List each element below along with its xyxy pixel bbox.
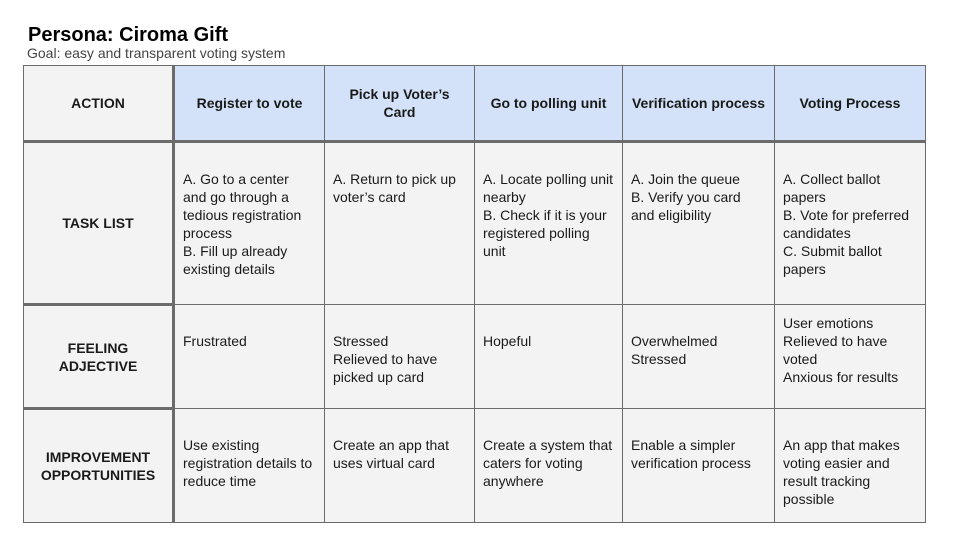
cell-line: An app that makes voting easier and resu… xyxy=(783,437,900,507)
table-cell: Use existing registration details to red… xyxy=(173,408,325,523)
cell-line: Relieved to have voted xyxy=(783,333,888,367)
cell-line: User emotions xyxy=(783,315,874,331)
table-cell: A. Go to a center and go through a tedio… xyxy=(173,141,325,305)
table-cell: User emotions Relieved to have voted Anxio… xyxy=(774,304,926,409)
table-cell: Stressed Relieved to have picked up card xyxy=(324,304,475,409)
table-cell: Overwhelmed Stressed xyxy=(622,304,775,409)
table-cell: An app that makes voting easier and resu… xyxy=(774,408,926,523)
cell-line: Enable a simpler verification process xyxy=(631,437,751,471)
table-cell: A. Return to pick up voter’s card xyxy=(324,141,475,305)
cell-line: B. Verify you card and eligibility xyxy=(631,189,741,223)
table-cell: Hopeful xyxy=(474,304,623,409)
row-label-text: IMPROVEMENT OPPORTUNITIES xyxy=(40,449,156,483)
cell-line: Frustrated xyxy=(183,333,247,349)
action-label: ACTION xyxy=(23,65,175,143)
column-header: Register to vote xyxy=(173,65,325,143)
column-header: Voting Process xyxy=(774,65,926,143)
cell-line: A. Return to pick up voter’s card xyxy=(333,171,456,205)
feeling-adjective-row: FEELING ADJECTIVE Frustrated Stressed Rel… xyxy=(23,304,926,410)
cell-line: Anxious for results xyxy=(783,369,899,385)
cell-line: Stressed xyxy=(333,333,389,349)
row-label-improvement-opportunities: IMPROVEMENT OPPORTUNITIES xyxy=(23,408,175,523)
table-cell: Create an app that uses virtual card xyxy=(324,408,475,523)
cell-line: C. Submit ballot papers xyxy=(783,243,882,277)
table-cell: A. Collect ballot papers B. Vote for pref… xyxy=(774,141,926,305)
table-cell: Enable a simpler verification process xyxy=(622,408,775,523)
cell-line: Use existing registration details to red… xyxy=(183,437,313,489)
table-cell: Create a system that caters for voting a… xyxy=(474,408,623,523)
cell-line: A. Collect ballot papers xyxy=(783,171,881,205)
column-header: Verification process xyxy=(622,65,775,143)
column-header: Go to polling unit xyxy=(474,65,623,143)
improvement-opportunities-row: IMPROVEMENT OPPORTUNITIES Use existing r… xyxy=(23,408,926,523)
header-row: ACTION Register to vote Pick up Voter’s … xyxy=(23,65,926,143)
cell-line: A. Locate polling unit nearby xyxy=(483,171,613,205)
cell-line: Hopeful xyxy=(483,333,532,349)
column-header: Pick up Voter’s Card xyxy=(324,65,475,143)
cell-line: Stressed xyxy=(631,351,687,367)
cell-line: Create an app that uses virtual card xyxy=(333,437,449,471)
table-cell: A. Locate polling unit nearby B. Check if… xyxy=(474,141,623,305)
cell-line: Relieved to have picked up card xyxy=(333,351,438,385)
cell-line: B. Vote for preferred candidates xyxy=(783,207,910,241)
persona-goal: Goal: easy and transparent voting system xyxy=(27,45,286,61)
cell-line: B. Fill up already existing details xyxy=(183,243,288,277)
task-list-row: TASK LIST A. Go to a center and go throu… xyxy=(23,141,926,306)
table-cell: A. Join the queue B. Verify you card and … xyxy=(622,141,775,305)
row-label-task-list: TASK LIST xyxy=(23,141,175,306)
row-label-feeling-adjective: FEELING ADJECTIVE xyxy=(23,304,175,410)
row-label-text: FEELING ADJECTIVE xyxy=(58,339,138,374)
cell-line: Create a system that caters for voting a… xyxy=(483,437,613,489)
journey-map-table: ACTION Register to vote Pick up Voter’s … xyxy=(23,65,926,523)
table-cell: Frustrated xyxy=(173,304,325,409)
persona-title: Persona: Ciroma Gift xyxy=(28,24,229,46)
cell-line: B. Check if it is your registered pollin… xyxy=(483,207,607,259)
cell-line: A. Go to a center and go through a tedio… xyxy=(183,171,302,241)
cell-line: Overwhelmed xyxy=(631,333,718,349)
cell-line: A. Join the queue xyxy=(631,171,740,187)
